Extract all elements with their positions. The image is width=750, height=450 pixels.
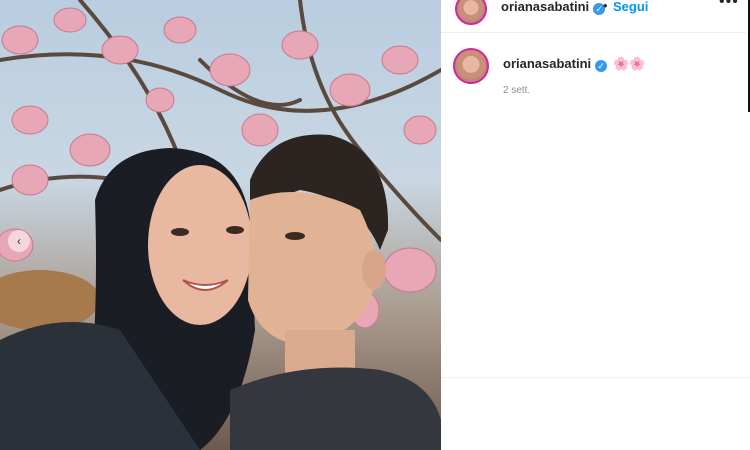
follow-button[interactable]: Segui <box>613 0 648 14</box>
post-timestamp[interactable]: 2 sett. <box>503 85 530 96</box>
caption-text: 🌸🌸 <box>613 56 646 71</box>
post-photo[interactable]: ‹ <box>0 0 441 450</box>
verified-badge-icon: ✓ <box>595 60 608 72</box>
carousel-prev-icon[interactable]: ‹ <box>8 230 30 252</box>
caption-avatar[interactable] <box>453 48 489 84</box>
avatar[interactable] <box>455 0 487 25</box>
caption: orianasabatini ✓ 🌸🌸 <box>503 56 646 72</box>
post-sidebar: orianasabatini ✓ • Segui ••• orianasabati… <box>441 0 750 450</box>
caption-username[interactable]: orianasabatini <box>503 56 591 71</box>
photo-illustration <box>0 0 441 450</box>
divider <box>441 377 750 378</box>
post-header: orianasabatini ✓ • Segui ••• <box>441 0 746 33</box>
header-username-text[interactable]: orianasabatini <box>501 0 589 14</box>
more-options-icon[interactable]: ••• <box>719 0 739 11</box>
header-separator: • <box>603 0 608 13</box>
header-username[interactable]: orianasabatini ✓ <box>501 0 606 15</box>
